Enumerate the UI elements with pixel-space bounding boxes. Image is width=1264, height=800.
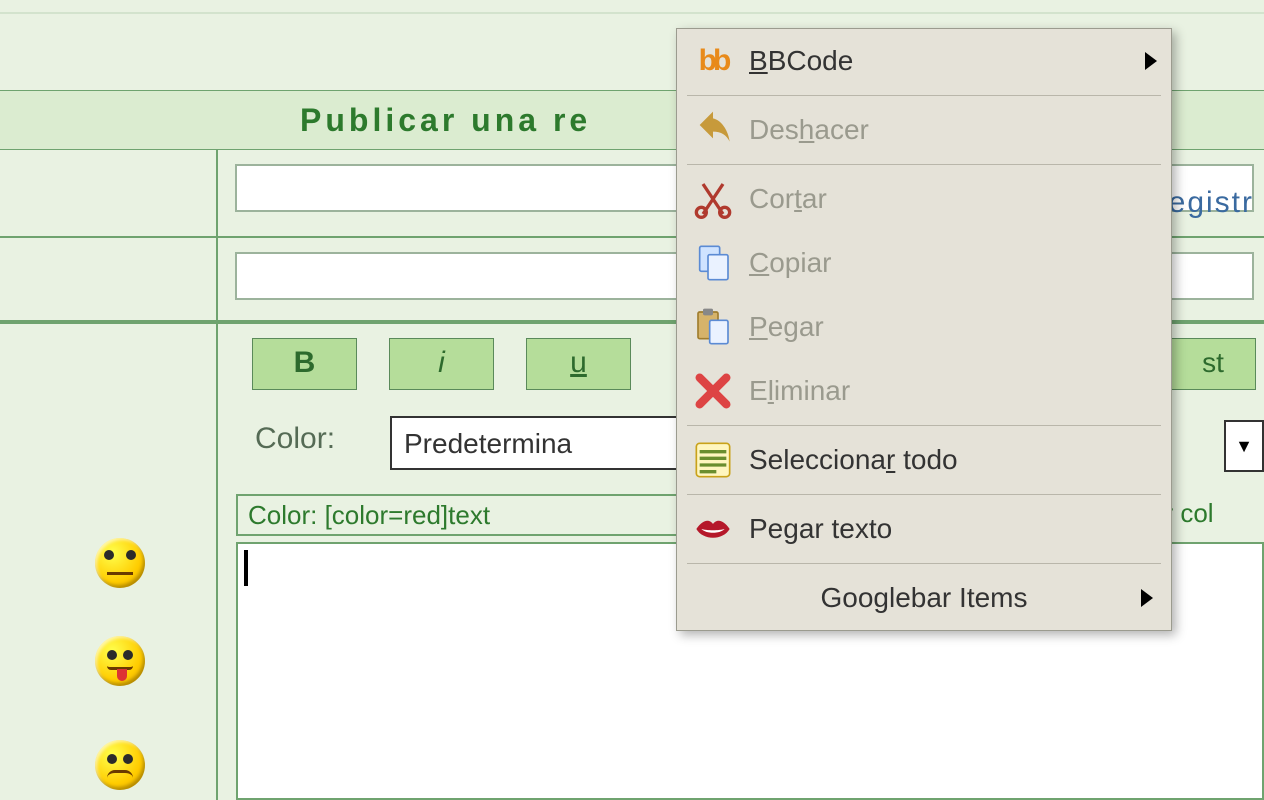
menu-separator [687,95,1161,96]
menu-item-selectall[interactable]: Seleccionar todo [677,428,1171,492]
menu-item-label: Copiar [749,247,832,279]
menu-item-googlebar[interactable]: Googlebar Items [677,566,1171,630]
panel-top-edge [0,12,1264,14]
toolbar-right-button[interactable]: st [1170,338,1256,390]
copy-icon [691,241,735,285]
menu-item-cut: Cortar [677,167,1171,231]
menu-item-delete: Eliminar [677,359,1171,423]
column-divider [216,324,218,800]
menu-item-label: Eliminar [749,375,850,407]
menu-item-label: Googlebar Items [821,582,1028,614]
menu-separator [687,494,1161,495]
menu-separator [687,563,1161,564]
lips-icon [691,507,735,551]
menu-separator [687,425,1161,426]
column-divider [216,238,218,320]
submenu-arrow-icon [1145,52,1157,70]
menu-item-pastetext[interactable]: Pegar texto [677,497,1171,561]
confused-emoji[interactable] [95,538,145,588]
cut-icon [691,177,735,221]
menu-item-copy: Copiar [677,231,1171,295]
color-label: Color: [255,422,335,455]
text-caret [244,550,248,586]
font-size-select[interactable] [1224,420,1264,472]
submenu-arrow-icon [1141,589,1153,607]
menu-item-label: Pegar [749,311,824,343]
tongue-emoji[interactable] [95,636,145,686]
menu-item-label: Seleccionar todo [749,444,958,476]
selectall-icon [691,438,735,482]
bbcode-icon: bb [691,39,735,83]
login-link-fragment[interactable]: egistr [1169,186,1254,220]
menu-item-paste: Pegar [677,295,1171,359]
undo-icon [691,108,735,152]
underline-button[interactable]: u [526,338,631,390]
column-divider [216,150,218,236]
menu-item-undo: Deshacer [677,98,1171,162]
menu-item-label: Cortar [749,183,827,215]
paste-icon [691,305,735,349]
italic-button[interactable]: i [389,338,494,390]
menu-item-label: Deshacer [749,114,869,146]
context-menu: bb BBCode Deshacer Cortar Copiar Pegar Elimina… [676,28,1172,631]
menu-item-label: Pegar texto [749,513,892,545]
menu-item-bbcode[interactable]: bb BBCode [677,29,1171,93]
worried-emoji[interactable] [95,740,145,790]
menu-separator [687,164,1161,165]
delete-icon [691,369,735,413]
bold-button[interactable]: B [252,338,357,390]
menu-item-label: BBCode [749,45,853,77]
